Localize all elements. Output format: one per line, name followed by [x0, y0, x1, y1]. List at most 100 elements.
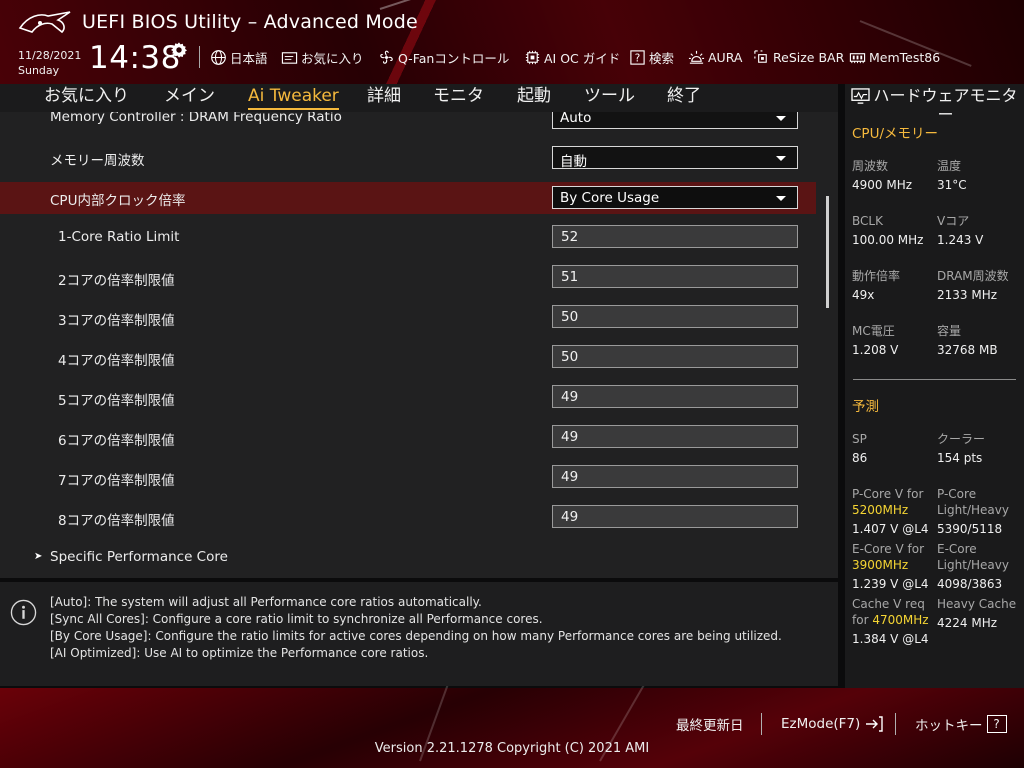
rog-logo-icon: [18, 11, 71, 34]
help-text-line: [By Core Usage]: Configure the ratio lim…: [50, 629, 782, 643]
setting-row-core-limit[interactable]: 3コアの倍率制限値 50: [0, 302, 816, 334]
cache-v-for: for: [852, 613, 869, 627]
ecore-v-label: E-Core V for 3900MHz: [852, 541, 924, 573]
tab-favorites[interactable]: お気に入り: [44, 84, 129, 108]
gear-icon[interactable]: [170, 41, 188, 59]
capacity-value: 32768 MB: [937, 343, 998, 357]
day-text: Sunday: [18, 64, 60, 77]
setting-row-memory-frequency[interactable]: メモリー周波数 自動: [0, 142, 816, 174]
core-limit-input[interactable]: 50: [552, 305, 798, 328]
ecore-v-label-text: E-Core V for: [852, 542, 925, 556]
bclk-value: 100.00 MHz: [852, 233, 924, 247]
vcore-label: Vコア: [937, 214, 970, 228]
date-text: 11/28/2021: [18, 49, 82, 62]
qfan-button[interactable]: Q-Fanコントロール: [378, 47, 509, 67]
cpu-memory-section-title: CPU/メモリー: [852, 126, 938, 142]
scrollbar[interactable]: [826, 196, 829, 308]
core-limit-input[interactable]: 52: [552, 225, 798, 248]
question-box-icon: ?: [986, 715, 1007, 733]
tab-tool[interactable]: ツール: [584, 84, 635, 108]
ecore-v-freq: 3900MHz: [852, 558, 909, 572]
setting-label: 2コアの倍率制限値: [58, 273, 175, 289]
freq-label: 周波数: [852, 159, 889, 173]
setting-label: 8コアの倍率制限値: [58, 513, 175, 529]
pcore-v-label-text: P-Core V for: [852, 487, 924, 501]
setting-row-core-limit[interactable]: 2コアの倍率制限値 51: [0, 262, 816, 294]
clock-time[interactable]: 14:38: [89, 40, 181, 76]
app-title: UEFI BIOS Utility – Advanced Mode: [82, 11, 418, 33]
pcore-v-label: P-Core V for 5200MHz: [852, 486, 923, 518]
setting-row-core-limit[interactable]: 5コアの倍率制限値 49: [0, 382, 816, 414]
setting-row-core-limit[interactable]: 7コアの倍率制限値 49: [0, 462, 816, 494]
submenu-specific-performance-core[interactable]: ➤ Specific Performance Core: [0, 542, 816, 574]
tab-exit[interactable]: 終了: [667, 84, 701, 108]
freq-value: 4900 MHz: [852, 178, 913, 192]
heavy-cache-value: 4224 MHz: [937, 616, 998, 630]
tab-monitor[interactable]: モニタ: [433, 84, 484, 108]
aura-button[interactable]: AURA: [688, 47, 742, 67]
dram-ratio-select[interactable]: Auto: [552, 112, 798, 129]
tab-ai-tweaker[interactable]: Ai Tweaker: [248, 84, 339, 110]
chevron-down-icon: [776, 196, 786, 201]
help-text-line: [Auto]: The system will adjust all Perfo…: [50, 595, 482, 609]
setting-row-core-limit[interactable]: 4コアの倍率制限値 50: [0, 342, 816, 374]
pcore-v-value: 1.407 V @L4: [852, 522, 929, 536]
memtest-button[interactable]: MemTest86: [849, 47, 940, 67]
language-label: 日本語: [230, 50, 268, 66]
tab-main[interactable]: メイン: [164, 84, 215, 108]
language-button[interactable]: 日本語: [210, 47, 268, 67]
setting-label: メモリー周波数: [50, 153, 145, 169]
resize-bar-icon: [754, 49, 767, 63]
aura-light-icon: [688, 50, 705, 64]
search-button[interactable]: ? 検索: [629, 47, 674, 67]
setting-row-core-limit[interactable]: 1-Core Ratio Limit 52: [0, 222, 816, 254]
sp-label: SP: [852, 432, 867, 446]
hw-monitor-title-text: ハードウェアモニター: [873, 86, 1018, 124]
cooler-label: クーラー: [937, 432, 986, 446]
setting-label: 7コアの倍率制限値: [58, 473, 175, 489]
ratio-label: 動作倍率: [852, 269, 901, 283]
core-limit-input[interactable]: 49: [552, 465, 798, 488]
ai-oc-guide-button[interactable]: AI OC ガイド: [524, 47, 620, 67]
vcore-value: 1.243 V: [937, 233, 984, 247]
setting-row-core-limit[interactable]: 8コアの倍率制限値 49: [0, 502, 816, 534]
ecore-lh-label: E-Core Light/Heavy: [937, 541, 1009, 573]
core-limit-input[interactable]: 51: [552, 265, 798, 288]
setting-row-dram-ratio[interactable]: Memory Controller : DRAM Frequency Ratio…: [0, 112, 816, 134]
footer-divider: [895, 713, 896, 735]
help-panel: [Auto]: The system will adjust all Perfo…: [0, 582, 838, 686]
cache-v-label-sub: for 4700MHz: [852, 612, 929, 628]
bclk-label: BCLK: [852, 214, 883, 228]
setting-label: 4コアの倍率制限値: [58, 353, 175, 369]
aura-label: AURA: [708, 49, 743, 65]
last-modified-button[interactable]: 最終更新日: [676, 713, 744, 735]
tab-boot[interactable]: 起動: [517, 84, 551, 108]
hw-divider: [853, 379, 1016, 380]
footer-divider: [761, 713, 762, 735]
cooler-value: 154 pts: [937, 451, 983, 465]
resize-bar-button[interactable]: ReSize BAR: [753, 47, 844, 67]
core-limit-input[interactable]: 49: [552, 505, 798, 528]
version-text: Version 2.21.1278 Copyright (C) 2021 AMI: [374, 741, 650, 756]
core-limit-input[interactable]: 49: [552, 425, 798, 448]
favorites-button[interactable]: お気に入り: [281, 47, 364, 67]
hotkeys-label: ホットキー: [915, 718, 983, 734]
select-value: 自動: [560, 154, 587, 170]
help-text-line: [AI Optimized]: Use AI to optimize the P…: [50, 646, 429, 660]
ezmode-button[interactable]: EzMode(F7): [781, 713, 884, 735]
tab-advanced[interactable]: 詳細: [367, 84, 401, 108]
setting-row-cpu-ratio[interactable]: CPU内部クロック倍率 By Core Usage: [0, 182, 816, 214]
memory-frequency-select[interactable]: 自動: [552, 146, 798, 170]
temp-label: 温度: [937, 159, 962, 173]
core-limit-input[interactable]: 49: [552, 385, 798, 408]
select-value: Auto: [560, 112, 592, 126]
chevron-down-icon: [776, 156, 786, 161]
setting-label: 6コアの倍率制限値: [58, 433, 175, 449]
setting-row-core-limit[interactable]: 6コアの倍率制限値 49: [0, 422, 816, 454]
cpu-ratio-select[interactable]: By Core Usage: [552, 186, 798, 209]
exit-arrow-icon: [866, 716, 883, 732]
settings-panel: Memory Controller : DRAM Frequency Ratio…: [0, 112, 838, 578]
hotkeys-button[interactable]: ホットキー ?: [915, 713, 1007, 735]
core-limit-input[interactable]: 50: [552, 345, 798, 368]
date-display: 11/28/2021 Sunday: [18, 48, 81, 78]
